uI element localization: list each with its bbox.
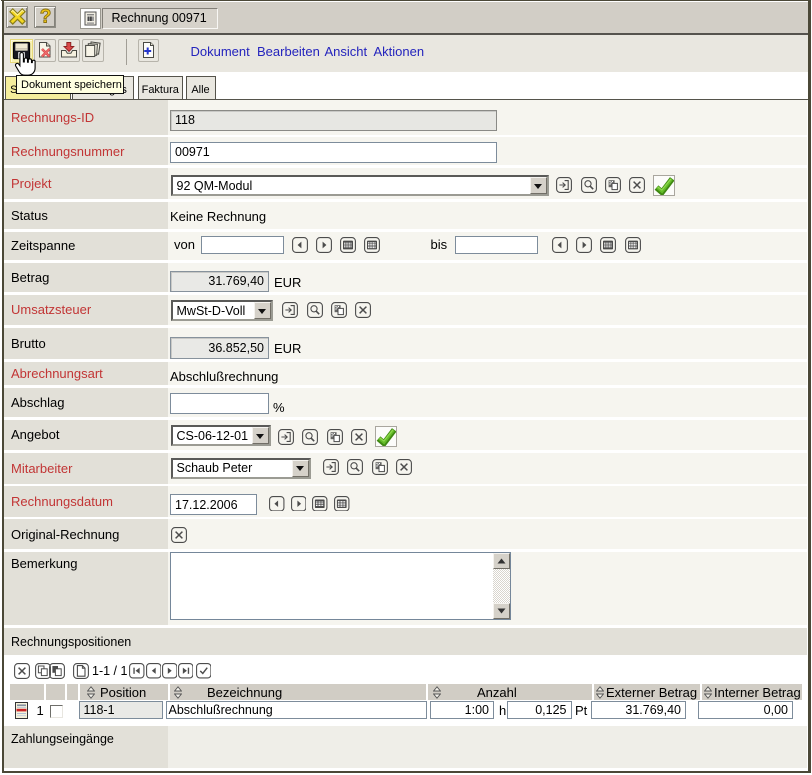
- svg-text:?: ?: [39, 7, 51, 26]
